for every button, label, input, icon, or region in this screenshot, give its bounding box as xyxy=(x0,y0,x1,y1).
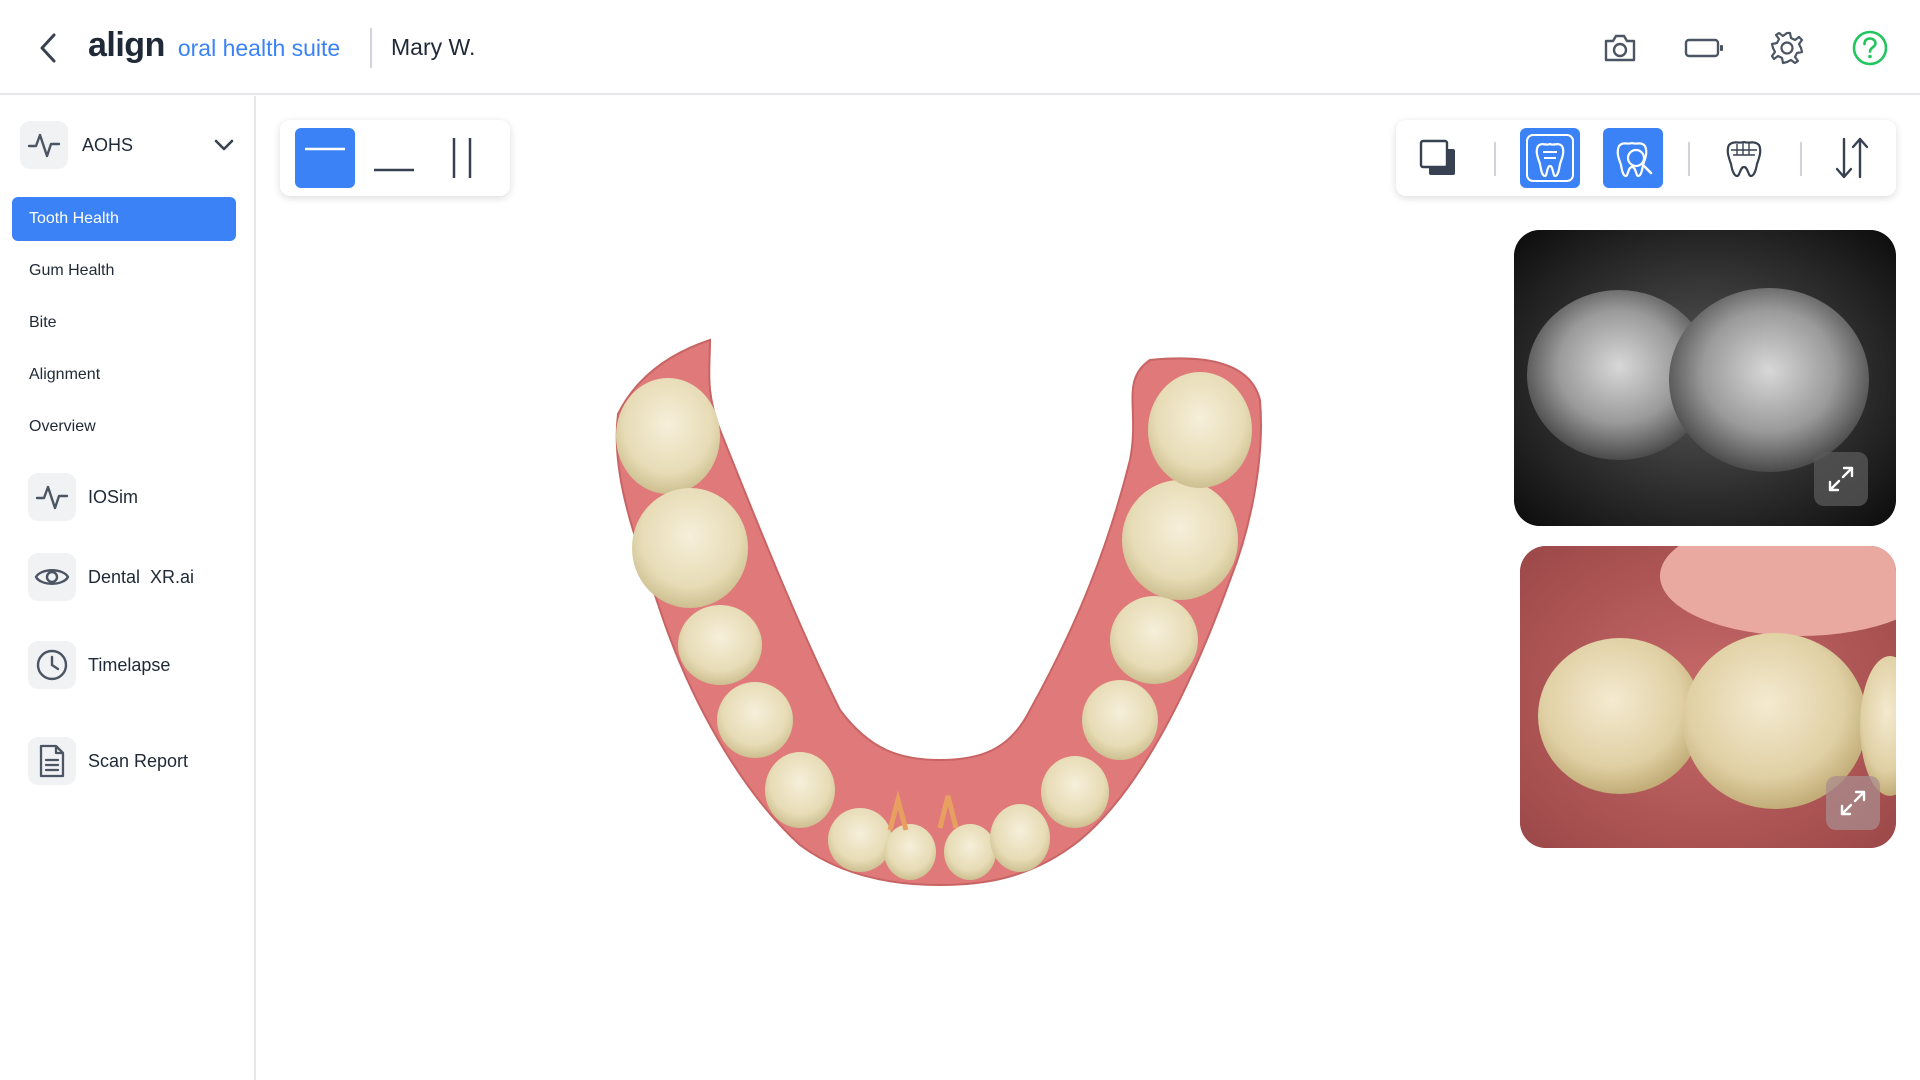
timelapse-icon-tile xyxy=(28,641,76,689)
expand-icon xyxy=(1840,790,1866,816)
vertical-split-button[interactable] xyxy=(432,128,492,188)
toolbar-separator xyxy=(1494,142,1496,176)
tooth xyxy=(717,682,793,758)
sidebar-tool-timelapse[interactable]: Timelapse xyxy=(28,640,248,690)
tooth-search-icon xyxy=(1616,141,1653,178)
help-button[interactable] xyxy=(1847,26,1893,70)
nir-tooth-icon xyxy=(1526,134,1574,182)
tooth xyxy=(1148,372,1252,488)
eye-icon xyxy=(34,569,70,585)
sidebar-tool-dental-xr[interactable]: Dental XR.ai xyxy=(28,552,248,602)
sidebar-item-gum-health[interactable]: Gum Health xyxy=(12,249,236,293)
single-view-icon xyxy=(305,147,345,151)
chevron-down-icon xyxy=(214,139,234,151)
tooth xyxy=(944,824,996,880)
patient-name: Mary W. xyxy=(391,34,476,60)
horizontal-split-icon xyxy=(374,168,414,172)
expand-nir-button[interactable] xyxy=(1814,452,1868,506)
brand-suite-label: oral health suite xyxy=(177,35,341,61)
nir-tooth-button[interactable] xyxy=(1520,128,1580,188)
gear-icon xyxy=(1770,31,1804,65)
tooth xyxy=(678,605,762,685)
tooth-model-button[interactable] xyxy=(1714,128,1774,188)
tooth xyxy=(1122,480,1238,600)
tool-label: Timelapse xyxy=(88,654,171,675)
scan-report-icon-tile xyxy=(28,737,76,785)
sidebar: AOHS Tooth Health Gum Health Bite Alignm… xyxy=(0,96,256,1080)
overlay-toggle-button[interactable] xyxy=(1408,128,1468,188)
tool-label: Dental XR.ai xyxy=(88,566,195,587)
arrows-up-down-icon xyxy=(1835,137,1869,179)
intraoral-camera-button[interactable] xyxy=(1603,128,1663,188)
tooth xyxy=(1110,596,1198,684)
activity-icon xyxy=(27,133,61,158)
view-toolbar xyxy=(1396,120,1896,196)
tooth-icon xyxy=(1726,140,1762,178)
flip-jaw-button[interactable] xyxy=(1822,128,1882,188)
brand-name: align xyxy=(88,26,165,64)
device-battery-button[interactable] xyxy=(1681,26,1727,70)
single-view-button[interactable] xyxy=(295,128,355,188)
tooth xyxy=(884,824,936,880)
layout-toolbar xyxy=(280,120,510,196)
tooth xyxy=(1082,680,1158,760)
back-button[interactable] xyxy=(30,28,66,68)
toolbar-separator xyxy=(1688,142,1690,176)
sidebar-item-bite[interactable]: Bite xyxy=(12,301,236,345)
sidebar-item-tooth-health[interactable]: Tooth Health xyxy=(12,197,236,241)
sidebar-tool-scan-report[interactable]: Scan Report xyxy=(28,736,248,786)
brand-logo: align oral health suite xyxy=(88,26,340,65)
help-icon xyxy=(1852,30,1888,66)
aohs-icon-tile xyxy=(20,121,68,169)
tooth xyxy=(632,488,748,608)
overlay-icon xyxy=(1419,139,1455,175)
toolbar-separator xyxy=(1800,142,1802,176)
tooth xyxy=(765,752,835,828)
activity-icon xyxy=(35,485,69,510)
chevron-left-icon xyxy=(40,33,56,63)
app-header: align oral health suite Mary W. xyxy=(0,0,1920,95)
tool-label: Scan Report xyxy=(88,750,189,771)
tooth xyxy=(1041,756,1109,828)
nir-image-card[interactable] xyxy=(1514,230,1896,526)
camera-icon xyxy=(1604,34,1636,62)
iosim-icon-tile xyxy=(28,473,76,521)
expand-photo-button[interactable] xyxy=(1826,776,1880,830)
aohs-section-toggle[interactable]: AOHS xyxy=(20,120,240,170)
battery-icon xyxy=(1684,38,1723,58)
expand-icon xyxy=(1828,466,1854,492)
clock-icon xyxy=(36,649,68,681)
sidebar-item-overview[interactable]: Overview xyxy=(12,405,236,449)
document-icon xyxy=(39,744,65,778)
settings-button[interactable] xyxy=(1764,26,1810,70)
camera-button[interactable] xyxy=(1597,26,1643,70)
tooth xyxy=(990,804,1050,872)
sidebar-tool-iosim[interactable]: IOSim xyxy=(28,472,248,522)
header-divider xyxy=(370,28,372,68)
vertical-split-icon xyxy=(452,138,472,178)
intraoral-photo-card[interactable] xyxy=(1520,546,1896,848)
tooth xyxy=(828,808,892,872)
jaw-3d-model[interactable] xyxy=(560,330,1300,890)
aohs-label: AOHS xyxy=(82,134,134,155)
horizontal-split-button[interactable] xyxy=(364,128,424,188)
tool-label: IOSim xyxy=(88,486,139,507)
dental-xr-icon-tile xyxy=(28,553,76,601)
sidebar-item-alignment[interactable]: Alignment xyxy=(12,353,236,397)
tooth xyxy=(616,378,720,494)
